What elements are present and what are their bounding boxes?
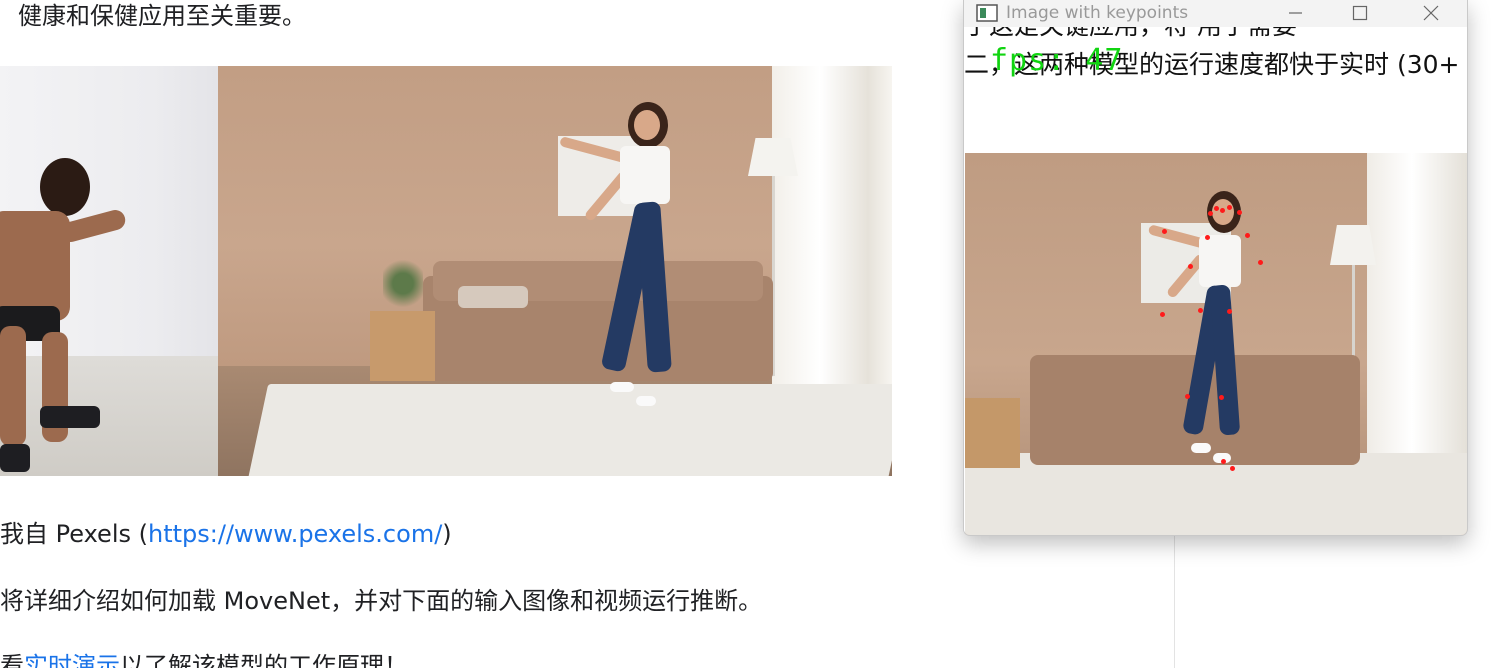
demo-prefix: 看 xyxy=(0,652,24,668)
squat-man-image xyxy=(0,66,218,476)
keypoints-canvas: 于这是关键应用，将 用于需要 二，这两种模型的运行速度都快于实时 (30+ fp… xyxy=(964,27,1467,535)
source-suffix: ) xyxy=(442,520,452,548)
source-line: 我自 Pexels (https://www.pexels.com/) xyxy=(0,518,452,550)
minimize-button[interactable] xyxy=(1272,0,1318,27)
keypoint-left-ankle xyxy=(1230,466,1235,471)
close-icon xyxy=(1423,5,1439,21)
keypoint-right-ear xyxy=(1208,211,1213,216)
keypoint-right-eye xyxy=(1214,206,1219,211)
keypoint-right-hip xyxy=(1198,308,1203,313)
keypoint-right-wrist xyxy=(1188,264,1193,269)
movenet-paragraph: 将详细介绍如何加载 MoveNet，并对下面的输入图像和视频运行推断。 xyxy=(0,587,763,615)
keypoint-right-ankle xyxy=(1221,459,1226,464)
demo-paragraph: 看实时演示以了解该模型的工作原理！ xyxy=(0,650,408,668)
keypoint-left-wrist xyxy=(1160,312,1165,317)
captured-text-line-1: 于这是关键应用，将 用于需要 xyxy=(964,27,1297,41)
keypoint-left-elbow xyxy=(1258,260,1263,265)
window-titlebar[interactable]: Image with keypoints xyxy=(964,0,1467,27)
keypoint-right-elbow xyxy=(1162,229,1167,234)
source-prefix: 我自 Pexels ( xyxy=(0,520,148,548)
article-text-line: 健康和保健应用至关重要。 xyxy=(18,2,306,30)
window-title: Image with keypoints xyxy=(1006,3,1189,23)
pexels-link[interactable]: https://www.pexels.com/ xyxy=(148,520,442,548)
keypoints-window[interactable]: Image with keypoints 于这是关键应用，将 用于需要 二，这两… xyxy=(963,0,1468,536)
demo-suffix: 以了解该模型的工作原理！ xyxy=(120,652,408,668)
maximize-icon xyxy=(1352,5,1368,21)
close-button[interactable] xyxy=(1408,0,1454,27)
fps-counter: fps: 47 xyxy=(990,43,1124,78)
keypoint-left-hip xyxy=(1227,309,1232,314)
window-app-icon xyxy=(976,4,998,22)
minimize-icon xyxy=(1289,12,1302,14)
maximize-button[interactable] xyxy=(1337,0,1383,27)
keypoint-left-ear xyxy=(1237,210,1242,215)
keypoint-left-shoulder xyxy=(1245,233,1250,238)
keypoint-left-eye xyxy=(1227,205,1232,210)
camera-frame xyxy=(965,153,1467,535)
keypoint-nose xyxy=(1220,208,1225,213)
dancing-woman-image xyxy=(218,66,892,476)
keypoint-right-knee xyxy=(1185,394,1190,399)
keypoint-right-shoulder xyxy=(1205,235,1210,240)
live-demo-link[interactable]: 实时演示 xyxy=(24,652,120,668)
keypoint-left-knee xyxy=(1219,395,1224,400)
